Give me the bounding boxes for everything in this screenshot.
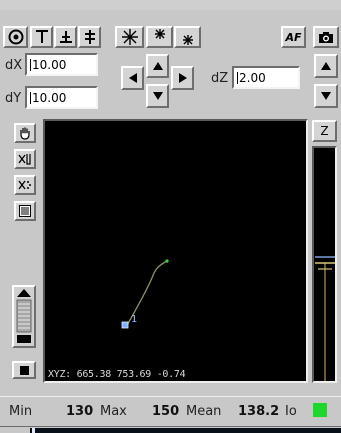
dy-value: 10.00 xyxy=(32,91,67,105)
stop-button[interactable] xyxy=(12,361,36,379)
star-bottom-button[interactable] xyxy=(174,26,201,48)
status-indicator xyxy=(313,403,327,417)
arrow-up-icon xyxy=(152,62,163,70)
star-top-icon xyxy=(151,29,169,45)
arrow-right-icon xyxy=(178,73,187,83)
camera-icon xyxy=(318,30,334,44)
trace-overlay xyxy=(121,259,169,329)
window-title-strip xyxy=(0,0,341,10)
move-left-button[interactable] xyxy=(121,66,144,90)
dz-field[interactable]: 2.00 xyxy=(232,66,300,89)
dx-field[interactable]: 10.00 xyxy=(25,53,98,76)
dy-label: dY xyxy=(5,91,22,106)
hand-icon xyxy=(18,126,32,140)
align-center-icon xyxy=(83,29,97,45)
list-icon xyxy=(19,205,31,217)
coordinate-readout: XYZ: 665.38 753.69 -0.74 xyxy=(48,369,186,380)
arrow-down-icon xyxy=(152,92,163,100)
slider-handle-icon xyxy=(16,289,32,343)
autofocus-button[interactable]: AF xyxy=(281,26,306,48)
autofocus-label: AF xyxy=(285,30,302,44)
align-center-button[interactable] xyxy=(78,26,101,48)
z-step-slider[interactable] xyxy=(12,285,36,348)
star-top-button[interactable] xyxy=(146,26,173,48)
camera-button[interactable] xyxy=(313,26,339,48)
trace-point-label: 1 xyxy=(131,314,138,325)
target-button[interactable] xyxy=(3,26,28,48)
arrow-up-icon xyxy=(321,62,331,70)
mean-value: 138.2 xyxy=(238,404,280,419)
clear-cursor-button[interactable] xyxy=(14,149,36,169)
move-down-button[interactable] xyxy=(146,84,169,108)
align-top-icon xyxy=(35,29,49,45)
z-position-column[interactable] xyxy=(312,146,337,383)
clear-points-icon xyxy=(18,178,32,192)
dx-value: 10.00 xyxy=(32,58,67,72)
z-down-button[interactable] xyxy=(314,84,338,108)
star-icon xyxy=(121,28,139,46)
z-marker xyxy=(315,256,335,381)
z-label: Z xyxy=(320,124,329,138)
star-bottom-icon xyxy=(179,29,197,45)
trace-end-point xyxy=(165,259,169,263)
min-label: Min xyxy=(9,404,33,419)
microscope-control-panel: AF dX 10.00 dY 10.00 dZ 2.00 1 XYZ: 665.… xyxy=(0,0,341,433)
pan-tool-button[interactable] xyxy=(14,123,36,143)
align-bottom-button[interactable] xyxy=(54,26,77,48)
clear-cursor-icon xyxy=(18,152,32,166)
target-icon xyxy=(8,29,24,45)
dz-label: dZ xyxy=(211,71,229,86)
bottom-preview-strip xyxy=(30,428,341,433)
max-value: 150 xyxy=(152,404,180,419)
list-button[interactable] xyxy=(14,201,36,221)
align-top-button[interactable] xyxy=(30,26,53,48)
stop-icon xyxy=(19,365,29,375)
move-right-button[interactable] xyxy=(171,66,194,90)
mean-label: Mean xyxy=(186,404,222,419)
min-value: 130 xyxy=(66,404,94,419)
z-label-button[interactable]: Z xyxy=(312,120,337,142)
dz-value: 2.00 xyxy=(239,71,266,85)
trace-point-1 xyxy=(121,321,129,329)
clear-points-button[interactable] xyxy=(14,175,36,195)
align-bottom-icon xyxy=(59,29,73,45)
bottom-preview-marker xyxy=(32,428,35,433)
star-button[interactable] xyxy=(115,26,144,48)
move-up-button[interactable] xyxy=(146,54,169,78)
max-label: Max xyxy=(100,404,127,419)
arrow-down-icon xyxy=(321,92,331,100)
dy-field[interactable]: 10.00 xyxy=(25,86,98,109)
image-viewport[interactable]: 1 XYZ: 665.38 753.69 -0.74 xyxy=(43,119,308,383)
z-up-button[interactable] xyxy=(314,54,338,78)
io-label: Io xyxy=(285,404,297,419)
arrow-left-icon xyxy=(128,73,137,83)
dx-label: dX xyxy=(5,58,23,73)
